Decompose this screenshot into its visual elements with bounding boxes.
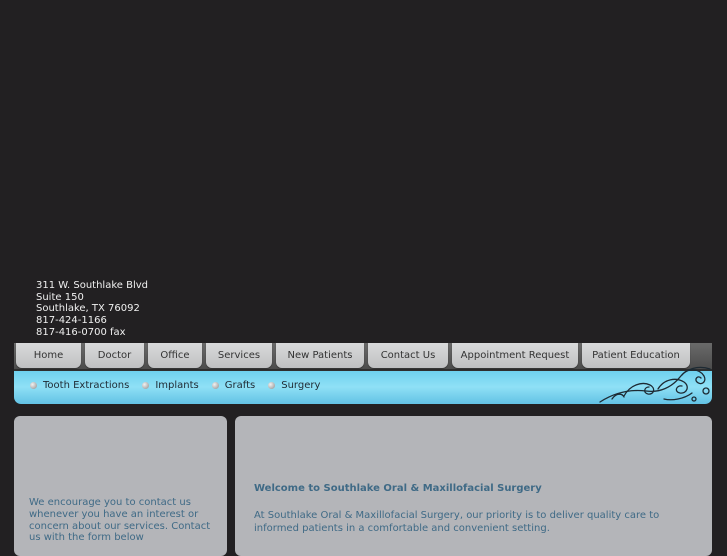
subnav-item-surgery[interactable]: Surgery [268, 380, 320, 391]
contact-encouragement-text: We encourage you to contact us whenever … [29, 497, 211, 544]
bullet-icon [268, 381, 276, 389]
subnav-item-implants[interactable]: Implants [142, 379, 199, 391]
nav-home[interactable]: Home [16, 343, 81, 368]
address-suite: Suite 150 [36, 291, 84, 303]
nav-appointment-request[interactable]: Appointment Request [452, 343, 578, 368]
nav-office[interactable]: Office [148, 343, 202, 368]
subnav-label: Tooth Extractions [43, 379, 130, 391]
subnav-label: Implants [155, 379, 199, 391]
address-street: 311 W. Southlake Blvd [36, 280, 149, 291]
bullet-icon [30, 381, 37, 389]
subnav-label: Grafts [224, 379, 256, 391]
address-city: Southlake, TX 76092 [36, 303, 140, 315]
bullet-icon [211, 381, 219, 389]
main-content-panel: Welcome to Southlake Oral & Maxillofacia… [235, 416, 712, 556]
navigation-bar: Home Doctor Office Services New Patients… [14, 343, 712, 404]
nav-new-patients[interactable]: New Patients [276, 343, 364, 368]
nav-contact-us[interactable]: Contact Us [368, 343, 448, 368]
contact-panel: We encourage you to contact us whenever … [14, 416, 227, 556]
subnav-label: Surgery [281, 379, 321, 391]
nav-services[interactable]: Services [206, 343, 272, 368]
subnav-item-tooth-extractions[interactable]: Tooth Extractions [30, 380, 129, 391]
welcome-heading: Welcome to Southlake Oral & Maxillofacia… [254, 483, 542, 494]
office-address: 311 W. Southlake Blvd Suite 150 Southlak… [36, 280, 148, 339]
sub-nav: Tooth Extractions Implants Grafts Surger… [30, 371, 333, 399]
bullet-icon [142, 381, 150, 389]
intro-paragraph: At Southlake Oral & Maxillofacial Surger… [254, 510, 660, 534]
address-phone: 817-424-1166 [36, 315, 107, 327]
decorative-swirl-icon [599, 366, 711, 403]
nav-doctor[interactable]: Doctor [85, 343, 144, 368]
address-fax: 817-416-0700 fax [36, 326, 126, 338]
subnav-item-grafts[interactable]: Grafts [211, 379, 256, 391]
